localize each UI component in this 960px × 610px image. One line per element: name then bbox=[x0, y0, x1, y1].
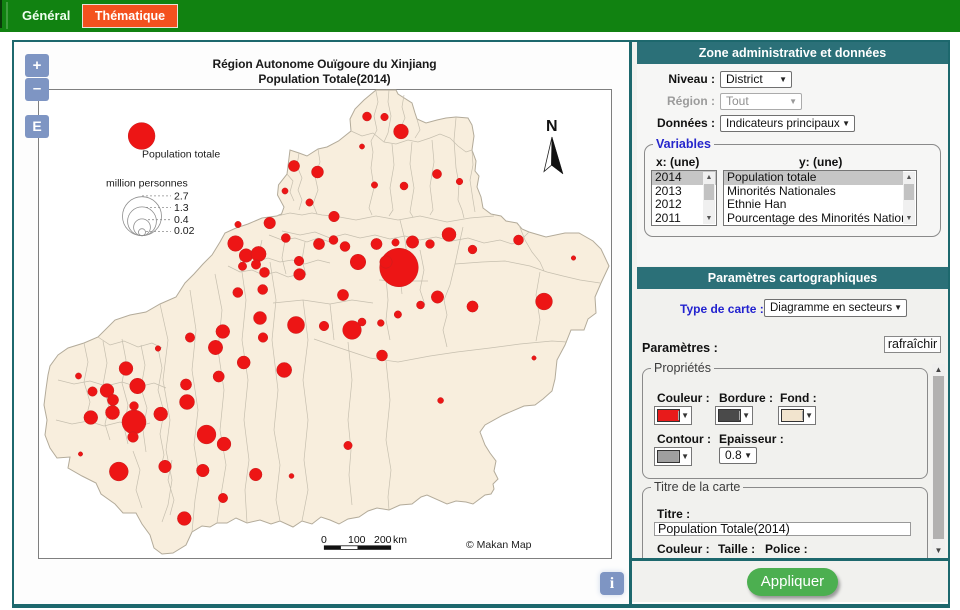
svg-text:100: 100 bbox=[348, 534, 366, 546]
svg-text:1.3: 1.3 bbox=[174, 202, 189, 214]
svg-text:200: 200 bbox=[374, 534, 392, 546]
svg-text:2.7: 2.7 bbox=[174, 190, 189, 202]
svg-text:km: km bbox=[393, 534, 407, 546]
svg-text:0: 0 bbox=[321, 534, 327, 546]
svg-text:© Makan Map: © Makan Map bbox=[466, 539, 532, 551]
svg-text:N: N bbox=[546, 118, 558, 135]
svg-text:0.02: 0.02 bbox=[174, 225, 195, 237]
svg-text:million personnes: million personnes bbox=[106, 178, 188, 190]
svg-text:Population totale: Population totale bbox=[142, 149, 220, 161]
